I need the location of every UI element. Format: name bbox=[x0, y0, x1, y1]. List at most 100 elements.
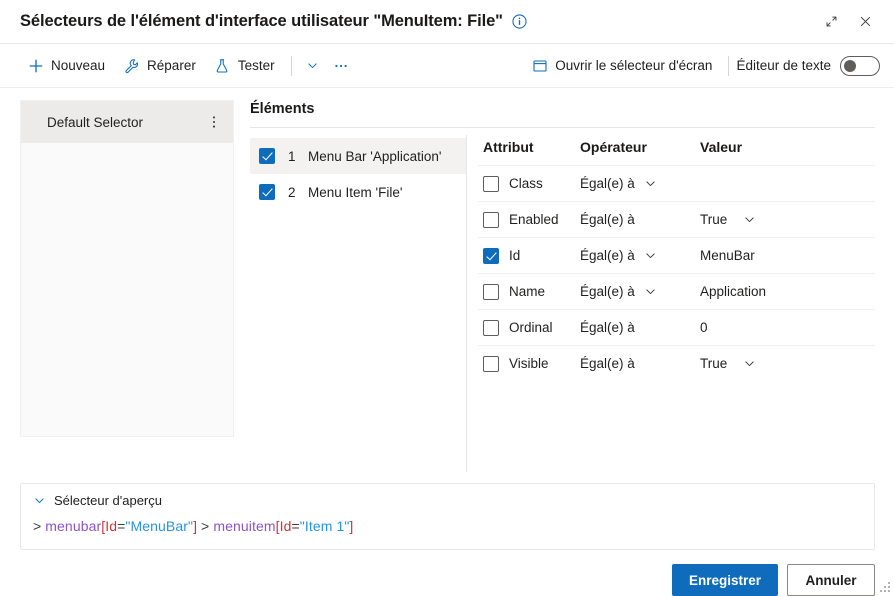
restore-icon[interactable] bbox=[814, 7, 848, 37]
element-index: 2 bbox=[288, 185, 308, 200]
code-token: "Item 1" bbox=[300, 518, 350, 534]
attributes-table-tail bbox=[478, 381, 875, 472]
table-row[interactable]: Enabled Égal(e) à True bbox=[478, 201, 875, 237]
elements-heading-divider bbox=[250, 127, 875, 128]
element-checkbox[interactable] bbox=[259, 148, 275, 164]
table-row[interactable]: Id Égal(e) à MenuBar bbox=[478, 237, 875, 273]
preview-selector-box: Sélecteur d'aperçu > menubar[Id="MenuBar… bbox=[20, 483, 875, 550]
toggle-knob bbox=[844, 60, 856, 72]
operator-label: Égal(e) à bbox=[580, 212, 635, 227]
table-row[interactable]: Visible Égal(e) à True bbox=[478, 345, 875, 381]
code-token: "MenuBar" bbox=[125, 518, 193, 534]
panes-divider bbox=[466, 135, 467, 472]
attribute-cell: Enabled bbox=[478, 212, 580, 228]
test-button[interactable]: Tester bbox=[205, 51, 284, 81]
title-bar: Sélecteurs de l'élément d'interface util… bbox=[0, 0, 894, 44]
new-button-label: Nouveau bbox=[51, 58, 105, 73]
ellipsis-horizontal-icon[interactable] bbox=[327, 52, 355, 80]
save-button[interactable]: Enregistrer bbox=[672, 564, 778, 596]
window-icon bbox=[531, 57, 548, 74]
open-screen-selector-button[interactable]: Ouvrir le sélecteur d'écran bbox=[522, 51, 721, 81]
attribute-checkbox[interactable] bbox=[483, 212, 499, 228]
attribute-cell: Class bbox=[478, 176, 580, 192]
attributes-table: Attribut Opérateur Valeur Class Égal(e) … bbox=[478, 135, 875, 472]
chevron-down-icon[interactable] bbox=[33, 494, 46, 507]
preview-selector-code[interactable]: > menubar[Id="MenuBar"] > menuitem[Id="I… bbox=[33, 518, 860, 534]
attribute-cell: Id bbox=[478, 248, 580, 264]
value-chevron-down-icon[interactable] bbox=[741, 356, 757, 372]
repair-button-label: Réparer bbox=[147, 58, 196, 73]
value-cell: MenuBar bbox=[700, 248, 875, 263]
attribute-name: Id bbox=[509, 248, 520, 263]
info-icon[interactable] bbox=[512, 14, 527, 29]
more-vertical-icon[interactable] bbox=[203, 111, 225, 133]
attribute-checkbox[interactable] bbox=[483, 356, 499, 372]
column-header-attribute: Attribut bbox=[478, 139, 580, 155]
close-icon[interactable] bbox=[848, 7, 882, 37]
operator-cell: Égal(e) à bbox=[580, 176, 700, 192]
new-button[interactable]: Nouveau bbox=[18, 51, 114, 81]
open-screen-selector-label: Ouvrir le sélecteur d'écran bbox=[555, 58, 712, 73]
selector-list-item-default[interactable]: Default Selector bbox=[21, 101, 233, 143]
value-chevron-down-icon[interactable] bbox=[741, 212, 757, 228]
chevron-down-icon[interactable] bbox=[299, 52, 327, 80]
attribute-name: Enabled bbox=[509, 212, 559, 227]
attribute-checkbox[interactable] bbox=[483, 284, 499, 300]
table-row[interactable]: Ordinal Égal(e) à 0 bbox=[478, 309, 875, 345]
resize-grip[interactable] bbox=[878, 580, 890, 592]
attribute-name: Name bbox=[509, 284, 545, 299]
elements-list: 1 Menu Bar 'Application' 2 Menu Item 'Fi… bbox=[250, 135, 466, 472]
element-name: Menu Item 'File' bbox=[308, 185, 402, 200]
value-label: True bbox=[700, 356, 727, 371]
operator-label: Égal(e) à bbox=[580, 320, 635, 335]
operator-chevron-down-icon[interactable] bbox=[643, 176, 659, 192]
repair-button[interactable]: Réparer bbox=[114, 51, 205, 81]
attribute-name: Ordinal bbox=[509, 320, 553, 335]
attribute-checkbox[interactable] bbox=[483, 176, 499, 192]
attribute-checkbox[interactable] bbox=[483, 248, 499, 264]
selector-dialog: Sélecteurs de l'élément d'interface util… bbox=[0, 0, 894, 596]
wrench-icon bbox=[123, 57, 140, 74]
cancel-button[interactable]: Annuler bbox=[787, 564, 875, 596]
value-label: True bbox=[700, 212, 727, 227]
text-editor-toggle[interactable] bbox=[840, 56, 880, 76]
table-row[interactable]: Name Égal(e) à Application bbox=[478, 273, 875, 309]
code-token: = bbox=[291, 518, 299, 534]
dialog-title: Sélecteurs de l'élément d'interface util… bbox=[20, 12, 503, 31]
element-index: 1 bbox=[288, 149, 308, 164]
operator-cell: Égal(e) à bbox=[580, 320, 700, 335]
attribute-checkbox[interactable] bbox=[483, 320, 499, 336]
value-cell: Application bbox=[700, 284, 875, 299]
toolbar-divider-1 bbox=[291, 56, 292, 76]
operator-cell: Égal(e) à bbox=[580, 284, 700, 300]
elements-and-attributes: 1 Menu Bar 'Application' 2 Menu Item 'Fi… bbox=[250, 135, 875, 472]
element-checkbox[interactable] bbox=[259, 184, 275, 200]
selector-list-panel: Default Selector bbox=[20, 100, 234, 437]
toolbar: Nouveau Réparer Tester bbox=[0, 44, 894, 88]
code-token: menubar bbox=[45, 518, 101, 534]
operator-chevron-down-icon[interactable] bbox=[643, 284, 659, 300]
value-label: Application bbox=[700, 284, 766, 299]
column-header-operator: Opérateur bbox=[580, 139, 700, 155]
text-editor-label: Éditeur de texte bbox=[736, 58, 831, 73]
dialog-body: Default Selector Éléments 1 bbox=[0, 88, 894, 472]
elements-content: Éléments 1 Menu Bar 'Application' 2 Menu… bbox=[234, 100, 875, 472]
elements-heading: Éléments bbox=[250, 100, 875, 127]
attributes-table-header: Attribut Opérateur Valeur bbox=[478, 135, 875, 165]
value-cell: 0 bbox=[700, 320, 875, 335]
preview-selector-toggle[interactable]: Sélecteur d'aperçu bbox=[33, 493, 860, 508]
element-name: Menu Bar 'Application' bbox=[308, 149, 441, 164]
code-token: ] bbox=[349, 518, 353, 534]
list-item[interactable]: 2 Menu Item 'File' bbox=[250, 174, 466, 210]
preview-selector-title: Sélecteur d'aperçu bbox=[54, 493, 162, 508]
value-label: MenuBar bbox=[700, 248, 755, 263]
table-row[interactable]: Class Égal(e) à bbox=[478, 165, 875, 201]
test-button-label: Tester bbox=[238, 58, 275, 73]
operator-chevron-down-icon[interactable] bbox=[643, 248, 659, 264]
operator-cell: Égal(e) à bbox=[580, 212, 700, 227]
operator-label: Égal(e) à bbox=[580, 176, 635, 191]
list-item[interactable]: 1 Menu Bar 'Application' bbox=[250, 138, 466, 174]
flask-icon bbox=[214, 57, 231, 74]
operator-cell: Égal(e) à bbox=[580, 248, 700, 264]
selector-list-item-label: Default Selector bbox=[47, 115, 203, 130]
